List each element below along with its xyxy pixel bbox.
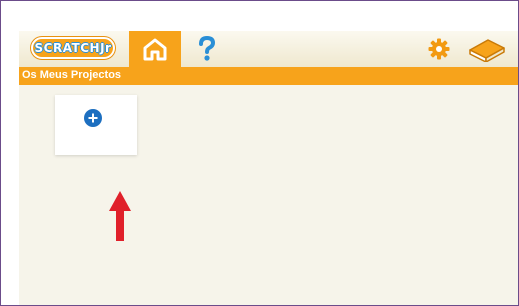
page-title: Os Meus Projectos	[22, 69, 122, 81]
scratchjr-logo: SCRATCHJr	[31, 37, 115, 59]
book-button[interactable]	[467, 35, 507, 63]
help-button[interactable]	[193, 35, 221, 63]
projects-area	[19, 85, 518, 305]
red-arrow-up-icon	[109, 191, 131, 241]
screenshot-frame: SCRATCHJr Os Meus Projectos	[0, 0, 519, 306]
settings-button[interactable]	[427, 37, 451, 61]
new-project-card[interactable]	[55, 95, 137, 155]
home-button[interactable]	[129, 31, 181, 67]
home-icon	[143, 38, 167, 61]
gear-icon	[428, 38, 450, 60]
scratchjr-app: SCRATCHJr Os Meus Projectos	[19, 31, 518, 305]
top-toolbar: SCRATCHJr	[19, 31, 518, 67]
plus-circle-icon	[84, 109, 102, 127]
question-mark-icon	[199, 36, 216, 61]
section-title-bar: Os Meus Projectos	[19, 67, 518, 85]
book-icon	[469, 39, 505, 62]
